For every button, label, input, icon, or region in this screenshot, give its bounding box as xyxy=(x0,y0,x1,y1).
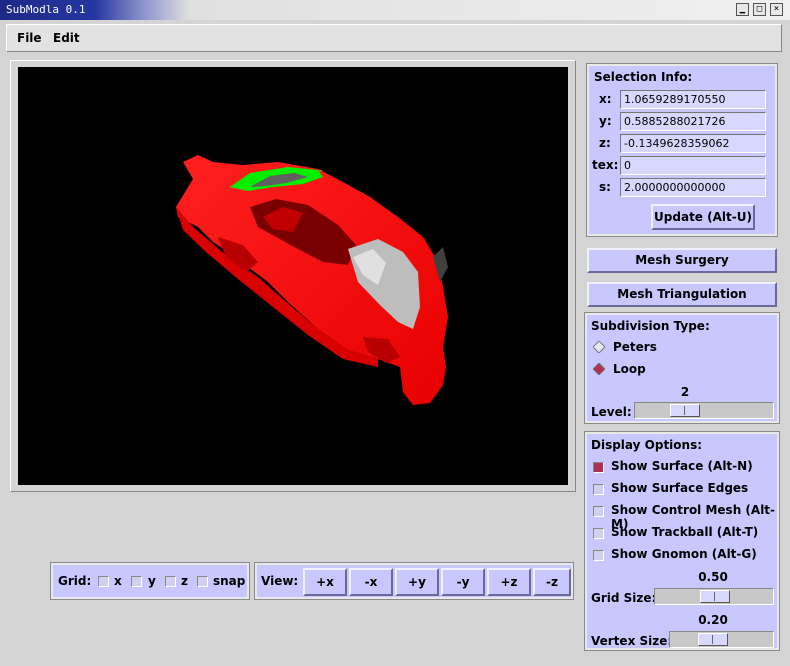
s-field[interactable]: 2.0000000000000 xyxy=(620,178,766,197)
level-value: 2 xyxy=(680,385,690,399)
x-field[interactable]: 1.0659289170550 xyxy=(620,90,766,109)
menu-file[interactable]: File xyxy=(17,31,42,45)
selection-info-heading: Selection Info: xyxy=(594,70,693,84)
vertex-size-slider[interactable] xyxy=(669,631,774,648)
loop-radio[interactable] xyxy=(593,363,605,375)
grid-snap-checkbox[interactable] xyxy=(197,576,208,587)
s-label: s: xyxy=(599,180,611,194)
mesh-surgery-button[interactable]: Mesh Surgery xyxy=(587,248,777,273)
view-plus-y-button[interactable]: +y xyxy=(395,568,439,596)
window-title: SubModla 0.1 xyxy=(6,3,86,16)
level-slider[interactable] xyxy=(634,402,774,419)
show-gnomon-checkbox[interactable] xyxy=(593,550,604,561)
display-options-panel: Display Options: Show Surface (Alt-N) Sh… xyxy=(584,431,780,651)
view-panel: View: +x -x +y -y +z -z xyxy=(254,562,574,600)
show-trackball-label: Show Trackball (Alt-T) xyxy=(611,525,759,539)
menu-edit[interactable]: Edit xyxy=(53,31,80,45)
subdivision-panel: Subdivision Type: Peters Loop 2 Level: xyxy=(584,312,780,424)
show-surface-edges-checkbox[interactable] xyxy=(593,484,604,495)
update-button[interactable]: Update (Alt-U) xyxy=(651,204,755,230)
tex-label: tex: xyxy=(592,158,619,172)
grid-size-slider-thumb[interactable] xyxy=(700,590,730,603)
view-minus-y-button[interactable]: -y xyxy=(441,568,485,596)
peters-radio[interactable] xyxy=(593,341,605,353)
car-model-render xyxy=(176,155,448,405)
show-surface-label: Show Surface (Alt-N) xyxy=(611,459,753,473)
grid-panel: Grid: x y z snap xyxy=(50,562,250,600)
grid-size-label: Grid Size: xyxy=(591,591,657,605)
view-plus-x-button[interactable]: +x xyxy=(303,568,347,596)
grid-x-checkbox[interactable] xyxy=(98,576,109,587)
show-control-mesh-checkbox[interactable] xyxy=(593,506,604,517)
view-plus-z-button[interactable]: +z xyxy=(487,568,531,596)
view-minus-z-button[interactable]: -z xyxy=(533,568,571,596)
y-field[interactable]: 0.5885288021726 xyxy=(620,112,766,131)
tex-field[interactable]: 0 xyxy=(620,156,766,175)
minimize-button[interactable]: ▁ xyxy=(736,3,749,16)
title-bar: SubModla 0.1 ▁ □ × xyxy=(0,0,790,20)
grid-x-label: x xyxy=(114,574,122,588)
level-label: Level: xyxy=(591,405,632,419)
grid-size-slider[interactable] xyxy=(654,588,774,605)
vertex-size-slider-thumb[interactable] xyxy=(698,633,728,646)
loop-label: Loop xyxy=(613,362,646,376)
view-minus-x-button[interactable]: -x xyxy=(349,568,393,596)
x-label: x: xyxy=(599,92,612,106)
maximize-button[interactable]: □ xyxy=(753,3,766,16)
show-surface-edges-label: Show Surface Edges xyxy=(611,481,749,495)
selection-info-panel: Selection Info: x: 1.0659289170550 y: 0.… xyxy=(586,63,778,237)
show-gnomon-label: Show Gnomon (Alt-G) xyxy=(611,547,757,561)
show-surface-checkbox[interactable] xyxy=(593,462,604,473)
grid-snap-label: snap xyxy=(213,574,246,588)
z-field[interactable]: -0.1349628359062 xyxy=(620,134,766,153)
vertex-size-value: 0.20 xyxy=(698,613,728,627)
subdivision-heading: Subdivision Type: xyxy=(591,319,710,333)
grid-z-label: z xyxy=(181,574,188,588)
grid-y-checkbox[interactable] xyxy=(131,576,142,587)
display-options-heading: Display Options: xyxy=(591,438,703,452)
show-trackball-checkbox[interactable] xyxy=(593,528,604,539)
grid-y-label: y xyxy=(148,574,156,588)
vertex-size-label: Vertex Size: xyxy=(591,634,673,648)
menu-bar: File Edit xyxy=(6,24,782,52)
grid-z-checkbox[interactable] xyxy=(165,576,176,587)
close-button[interactable]: × xyxy=(770,3,783,16)
3d-viewport[interactable] xyxy=(18,67,568,485)
mesh-triangulation-button[interactable]: Mesh Triangulation xyxy=(587,282,777,307)
grid-label: Grid: xyxy=(58,574,92,588)
level-slider-thumb[interactable] xyxy=(670,404,700,417)
peters-label: Peters xyxy=(613,340,657,354)
grid-size-value: 0.50 xyxy=(698,570,728,584)
y-label: y: xyxy=(599,114,612,128)
view-label: View: xyxy=(261,574,299,588)
z-label: z: xyxy=(599,136,611,150)
